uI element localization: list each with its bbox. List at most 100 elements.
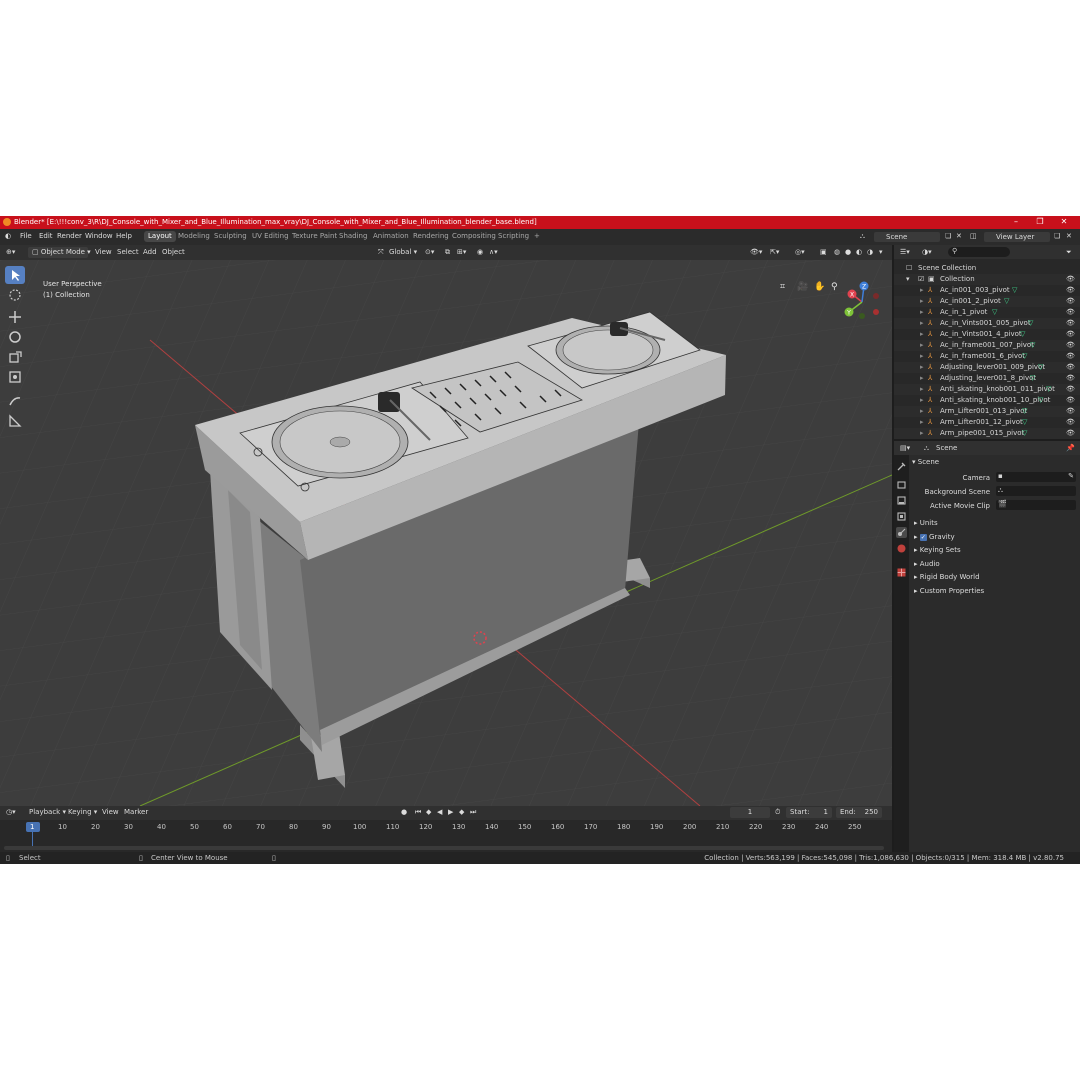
menu-playback[interactable]: Playback ▾	[29, 807, 66, 818]
pin-icon[interactable]: 📌	[1066, 443, 1075, 454]
scene-tab-icon[interactable]	[896, 527, 907, 538]
outliner-row[interactable]: ▸ ⅄ Arm_Lifter001_013_pivot ▽ 👁	[894, 406, 1080, 417]
eye-icon[interactable]: 👁	[1066, 296, 1075, 307]
scene-selector[interactable]: Scene	[874, 232, 940, 242]
annotate-tool[interactable]	[5, 392, 25, 410]
editor-type-icon[interactable]: ⊕▾	[6, 247, 15, 258]
tab-modeling[interactable]: Modeling	[174, 231, 214, 242]
outliner-collection[interactable]: ▾ ☑ ▣ Collection 👁	[894, 274, 1080, 285]
filter-icon[interactable]: ⏷	[1066, 247, 1072, 258]
eye-icon[interactable]: 👁	[1066, 274, 1075, 285]
outliner-row[interactable]: ▸ ⅄ Ac_in_frame001_6_pivot ▽ 👁	[894, 351, 1080, 362]
outliner-row[interactable]: ▸ ⅄ Ac_in_Vints001_005_pivot ▽ 👁	[894, 318, 1080, 329]
outliner-row[interactable]: ▸ ⅄ Anti_skating_knob001_011_pivot ▽ 👁	[894, 384, 1080, 395]
units-section[interactable]: ▸ Units	[914, 519, 938, 527]
outliner-row[interactable]: ▸ ⅄ Adjusting_lever001_8_pivot ▽ 👁	[894, 373, 1080, 384]
view-layer-tab-icon[interactable]	[896, 511, 907, 522]
outliner-search-input[interactable]: ⚲	[948, 247, 1010, 257]
eye-icon[interactable]: 👁	[1066, 428, 1075, 439]
record-icon[interactable]: ●	[401, 807, 407, 818]
world-tab-icon[interactable]	[896, 543, 907, 554]
move-tool[interactable]	[5, 308, 25, 326]
current-frame-field[interactable]: 1	[730, 807, 770, 818]
tab-layout[interactable]: Layout	[144, 231, 176, 242]
keying-sets-section[interactable]: ▸ Keying Sets	[914, 546, 961, 554]
select-box-tool[interactable]	[5, 266, 25, 284]
tab-scripting[interactable]: Scripting	[494, 231, 533, 242]
tab-sculpting[interactable]: Sculpting	[210, 231, 251, 242]
camera-field[interactable]: ▪ ✎	[996, 472, 1076, 482]
object-mode-dropdown[interactable]: ▢ Object Mode ▾	[28, 247, 91, 258]
outliner-row[interactable]: ▸ ⅄ Ac_in_Vints001_4_pivot ▽ 👁	[894, 329, 1080, 340]
rotate-tool[interactable]	[5, 328, 25, 346]
gravity-section[interactable]: ▸ ✓ Gravity	[914, 533, 955, 541]
background-scene-field[interactable]: ⛬	[996, 486, 1076, 496]
camera-view-icon[interactable]: ⌗	[780, 282, 785, 292]
shading-options-icon[interactable]: ▾	[879, 247, 883, 258]
eye-icon[interactable]: 👁	[1066, 362, 1075, 373]
scale-tool[interactable]	[5, 348, 25, 366]
menu-object[interactable]: Object	[162, 247, 185, 258]
jump-keyframe-forward-icon[interactable]: ◆	[459, 807, 464, 818]
jump-start-icon[interactable]: ⏮	[415, 807, 421, 818]
eye-icon[interactable]: 👁	[1066, 307, 1075, 318]
eye-icon[interactable]: 👁	[1066, 351, 1075, 362]
expand-arrow-icon[interactable]: ▾	[906, 274, 910, 285]
outliner-scene-collection[interactable]: ☐ Scene Collection	[894, 263, 1080, 274]
shading-wireframe-icon[interactable]: ◍	[834, 247, 840, 258]
rigid-body-world-section[interactable]: ▸ Rigid Body World	[914, 573, 980, 581]
view-layer-selector[interactable]: View Layer	[984, 232, 1050, 242]
audio-section[interactable]: ▸ Audio	[914, 560, 940, 568]
visibility-icon[interactable]: 👁▾	[750, 247, 762, 258]
menu-marker[interactable]: Marker	[124, 807, 148, 818]
snap-target-icon[interactable]: ⊞▾	[457, 247, 466, 258]
menu-select[interactable]: Select	[117, 247, 139, 258]
tab-animation[interactable]: Animation	[369, 231, 413, 242]
transform-tool[interactable]	[5, 368, 25, 386]
output-tab-icon[interactable]	[896, 495, 907, 506]
menu-timeline-view[interactable]: View	[102, 807, 119, 818]
zoom-icon[interactable]: ⚲	[831, 282, 838, 292]
outliner-row[interactable]: ▸ ⅄ Ac_in001_2_pivot ▽ 👁	[894, 296, 1080, 307]
shading-solid-icon[interactable]: ●	[845, 247, 851, 258]
end-frame-field[interactable]: End: 250	[836, 807, 882, 818]
outliner-row[interactable]: ▸ ⅄ Adjusting_lever001_009_pivot ▽ 👁	[894, 362, 1080, 373]
checkbox-icon[interactable]: ☑	[918, 274, 924, 285]
view-layer-new-icon[interactable]: ❏	[1054, 232, 1060, 240]
eye-icon[interactable]: 👁	[1066, 417, 1075, 428]
falloff-icon[interactable]: ∧▾	[489, 247, 498, 258]
overlay-toggle-icon[interactable]: ◎▾	[795, 247, 805, 258]
outliner-row[interactable]: ▸ ⅄ Ac_in_1_pivot ▽ 👁	[894, 307, 1080, 318]
transform-orientation-dropdown[interactable]: Global ▾	[389, 247, 417, 258]
eye-icon[interactable]: 👁	[1066, 384, 1075, 395]
proportional-edit-icon[interactable]: ◉	[477, 247, 483, 258]
timeline-scrollbar[interactable]	[4, 846, 884, 850]
eye-icon[interactable]: 👁	[1066, 373, 1075, 384]
outliner-row[interactable]: ▸ ⅄ Ac_in_frame001_007_pivot ▽ 👁	[894, 340, 1080, 351]
outliner-row[interactable]: ▸ ⅄ Arm_Lifter001_12_pivot ▽ 👁	[894, 417, 1080, 428]
tab-uv-editing[interactable]: UV Editing	[248, 231, 293, 242]
eyedropper-icon[interactable]: ✎	[1068, 472, 1074, 480]
scene-panel-header[interactable]: ▾ Scene	[912, 458, 939, 466]
tab-rendering[interactable]: Rendering	[409, 231, 453, 242]
menu-add[interactable]: Add	[143, 247, 157, 258]
3d-viewport[interactable]: Z X Y User Perspective (1) Collection ⌗ …	[0, 260, 892, 806]
menu-edit[interactable]: Edit	[39, 232, 53, 240]
jump-end-icon[interactable]: ⏭	[470, 807, 476, 818]
minimize-icon[interactable]: –	[1010, 217, 1022, 227]
menu-help[interactable]: Help	[116, 232, 132, 240]
gizmo-toggle-icon[interactable]: ⇱▾	[770, 247, 779, 258]
gravity-checkbox[interactable]: ✓	[919, 534, 927, 541]
active-movie-clip-field[interactable]: 🎬	[996, 500, 1076, 510]
add-workspace-button[interactable]: +	[530, 231, 544, 242]
tab-compositing[interactable]: Compositing	[448, 231, 500, 242]
outliner-row[interactable]: ▸ ⅄ Anti_skating_knob001_10_pivot ▽ 👁	[894, 395, 1080, 406]
jump-keyframe-back-icon[interactable]: ◆	[426, 807, 431, 818]
snap-icon[interactable]: ⧉	[445, 247, 450, 258]
scene-new-icon[interactable]: ❏	[945, 232, 951, 240]
outliner-row[interactable]: ▸ ⅄ Ac_in001_003_pivot ▽ 👁	[894, 285, 1080, 296]
texture-tab-icon[interactable]	[896, 567, 907, 578]
eye-icon[interactable]: 👁	[1066, 285, 1075, 296]
play-icon[interactable]: ▶	[448, 807, 453, 818]
start-frame-field[interactable]: Start: 1	[786, 807, 832, 818]
